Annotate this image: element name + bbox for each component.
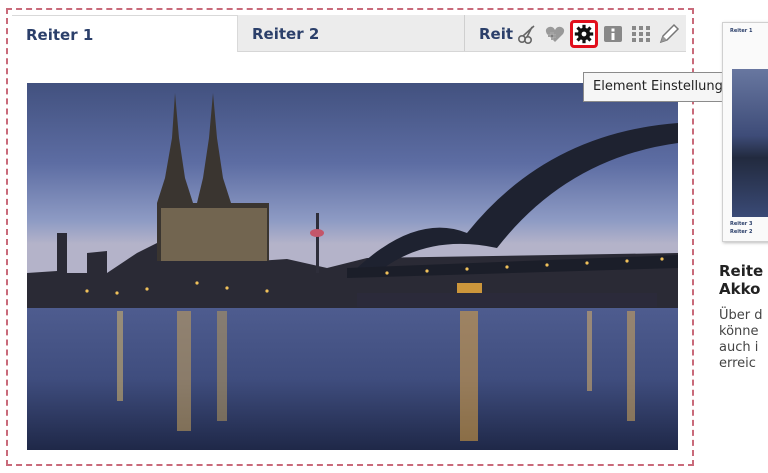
- sidebar-title-line: Akko: [719, 280, 761, 298]
- tab-reiter-2[interactable]: Reiter 2: [238, 15, 464, 51]
- add-favorite-icon[interactable]: [542, 21, 568, 47]
- photo-svg: [27, 83, 678, 450]
- scissors-icon[interactable]: [514, 21, 540, 47]
- thumb-label: Reiter 3: [730, 221, 753, 227]
- thumb-label: Reiter 1: [730, 28, 753, 34]
- sidebar-text-line: auch i: [719, 340, 759, 355]
- grid-icon[interactable]: [628, 21, 654, 47]
- pencil-icon[interactable]: [656, 21, 682, 47]
- info-icon[interactable]: [600, 21, 626, 47]
- element-toolbar: [514, 19, 682, 49]
- tab-reiter-1[interactable]: Reiter 1: [12, 15, 238, 52]
- sidebar-text-line: erreic: [719, 356, 756, 371]
- cologne-cathedral-photo: [27, 83, 678, 450]
- sidebar-title-line: Reite: [719, 262, 764, 280]
- tab-label: Reiter 1: [26, 26, 94, 44]
- sidebar-title: Reite Akko: [719, 262, 763, 298]
- sidebar-text-line: Über d: [719, 308, 763, 323]
- thumb-label: Reiter 2: [730, 229, 753, 235]
- layout-thumbnail[interactable]: Reiter 1 Reiter 3 Reiter 2: [722, 22, 768, 242]
- gear-icon[interactable]: [570, 20, 598, 48]
- thumbnail-image: [732, 69, 768, 217]
- tab-label: Reit: [479, 25, 514, 43]
- tab-label: Reiter 2: [252, 25, 320, 43]
- sidebar-text-line: könne: [719, 324, 759, 339]
- sidebar-description: Über d könne auch i erreic: [719, 308, 763, 372]
